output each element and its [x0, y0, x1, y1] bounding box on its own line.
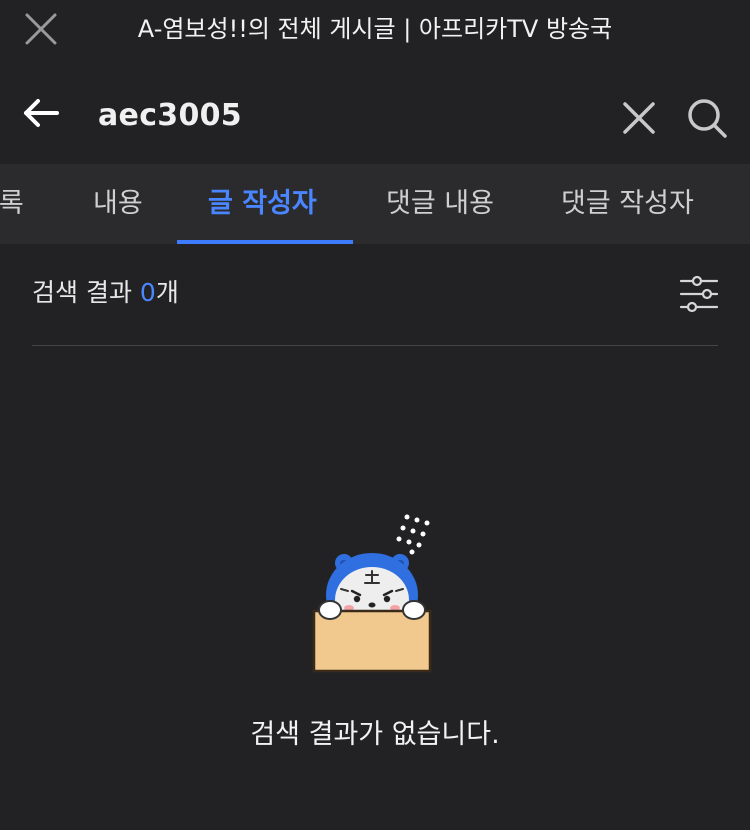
divider: [32, 345, 718, 346]
filter-settings-icon[interactable]: [679, 274, 719, 314]
tab-list[interactable]: 목록: [0, 186, 24, 222]
search-bar: aec3005: [0, 60, 750, 164]
result-count-prefix: 검색 결과: [32, 278, 140, 307]
search-tabs: 목록 내용 글 작성자 댓글 내용 댓글 작성자: [0, 164, 750, 244]
search-icon[interactable]: [686, 97, 728, 139]
close-icon[interactable]: [22, 10, 60, 48]
empty-state-message: 검색 결과가 없습니다.: [250, 719, 500, 750]
tab-content[interactable]: 내용: [93, 186, 143, 222]
clear-icon[interactable]: [621, 100, 657, 136]
empty-mascot-icon: [312, 514, 432, 673]
title-bar: A-염보성!!의 전체 게시글 | 아프리카TV 방송국: [0, 0, 750, 60]
tab-post-author[interactable]: 글 작성자: [208, 186, 317, 222]
result-count-number: 0: [139, 278, 156, 307]
result-count: 검색 결과 0개: [32, 276, 179, 310]
window-title: A-염보성!!의 전체 게시글 | 아프리카TV 방송국: [137, 15, 613, 43]
result-count-suffix: 개: [155, 278, 179, 307]
tab-comment-author[interactable]: 댓글 작성자: [561, 186, 694, 222]
tab-comment-content[interactable]: 댓글 내용: [386, 186, 494, 222]
back-arrow-icon[interactable]: [22, 98, 60, 128]
search-input[interactable]: aec3005: [98, 96, 242, 136]
active-tab-indicator: [177, 240, 353, 244]
